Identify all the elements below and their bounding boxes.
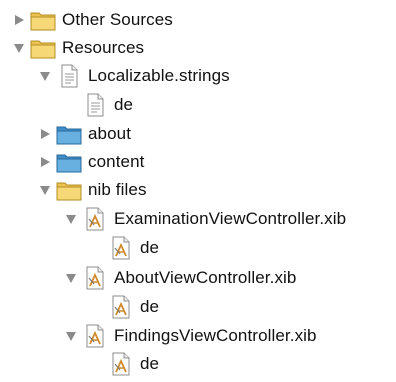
tree-row-label: nib files [88, 180, 147, 199]
tree-row-label: about [88, 124, 132, 143]
tree-row-label: Localizable.strings [88, 66, 230, 85]
tree-row-content[interactable]: content [38, 148, 144, 176]
xib-file-icon [82, 207, 108, 231]
xib-file-icon [108, 352, 134, 376]
tree-row-label: AboutViewController.xib [114, 268, 297, 287]
tree-row-label: de [114, 95, 134, 114]
file-navigator-tree: Other Sources Resources Localizable.stri… [0, 0, 396, 382]
xib-file-icon [82, 266, 108, 290]
disclosure-expanded-icon[interactable] [64, 212, 78, 226]
disclosure-expanded-icon[interactable] [12, 41, 26, 55]
tree-row-label: de [140, 297, 160, 316]
folder-icon [30, 8, 56, 32]
tree-row-label: de [140, 354, 160, 373]
disclosure-collapsed-icon[interactable] [38, 155, 52, 169]
tree-row-label: Resources [62, 38, 145, 57]
disclosure-collapsed-icon[interactable] [12, 13, 26, 27]
folder-icon [56, 178, 82, 202]
tree-row-resources[interactable]: Resources [12, 34, 144, 62]
tree-row-findings-xib[interactable]: FindingsViewController.xib [64, 322, 317, 350]
disclosure-expanded-icon[interactable] [38, 69, 52, 83]
tree-row-de-xib[interactable]: de [90, 293, 159, 321]
tree-row-de-xib[interactable]: de [90, 350, 159, 378]
tree-row-label: Other Sources [62, 10, 173, 29]
blue-folder-icon [56, 150, 82, 174]
tree-row-examination-xib[interactable]: ExaminationViewController.xib [64, 205, 346, 233]
strings-file-icon [56, 64, 82, 88]
disclosure-expanded-icon[interactable] [64, 329, 78, 343]
tree-row-de-xib[interactable]: de [90, 234, 159, 262]
tree-row-other-sources[interactable]: Other Sources [12, 6, 173, 34]
disclosure-expanded-icon[interactable] [38, 183, 52, 197]
tree-row-nib-files[interactable]: nib files [38, 176, 147, 204]
xib-file-icon [108, 295, 134, 319]
disclosure-collapsed-icon[interactable] [38, 127, 52, 141]
blue-folder-icon [56, 122, 82, 146]
tree-row-localizable-strings[interactable]: Localizable.strings [38, 62, 230, 90]
tree-row-label: de [140, 238, 160, 257]
tree-row-about-xib[interactable]: AboutViewController.xib [64, 264, 296, 292]
strings-file-icon [82, 93, 108, 117]
tree-row-label: content [88, 152, 145, 171]
disclosure-expanded-icon[interactable] [64, 271, 78, 285]
xib-file-icon [82, 324, 108, 348]
tree-row-label: FindingsViewController.xib [114, 326, 317, 345]
xib-file-icon [108, 236, 134, 260]
tree-row-de-strings[interactable]: de [64, 91, 133, 119]
tree-row-label: ExaminationViewController.xib [114, 209, 347, 228]
folder-icon [30, 36, 56, 60]
tree-row-about[interactable]: about [38, 120, 131, 148]
